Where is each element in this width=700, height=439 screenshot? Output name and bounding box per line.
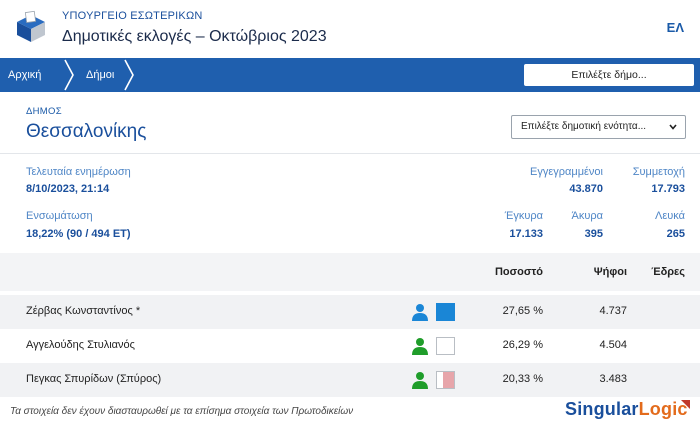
invalid-value: 395 xyxy=(584,228,603,240)
candidate-percent: 26,29 % xyxy=(502,339,543,351)
last-update-label: Τελευταία ενημέρωση xyxy=(26,166,131,178)
blank-value: 265 xyxy=(666,228,685,240)
table-row[interactable]: Αγγελούδης Στυλιανός 26,29 % 4.504 xyxy=(0,329,700,363)
chevron-down-icon xyxy=(669,124,677,130)
chevron-right-icon xyxy=(124,59,134,91)
brand-mark-icon xyxy=(681,400,690,409)
brand-name-part1: Singular xyxy=(565,399,639,419)
municipality-select[interactable]: Επιλέξτε δήμο... xyxy=(524,64,694,86)
candidate-votes: 4.504 xyxy=(599,339,627,351)
candidate-name: Πεγκας Σπυρίδων (Σπύρος) xyxy=(26,373,162,385)
person-icon xyxy=(412,372,428,389)
registered-label: Εγγεγραμμένοι xyxy=(530,166,603,178)
registered-value: 43.870 xyxy=(569,183,603,195)
candidate-percent: 27,65 % xyxy=(502,305,543,317)
breadcrumb-municipalities[interactable]: Δήμοι xyxy=(86,58,114,92)
candidate-name: Ζέρβας Κωνσταντίνος * xyxy=(26,305,141,317)
brand-logo[interactable]: SingularLogic xyxy=(565,399,688,420)
last-update-value: 8/10/2023, 21:14 xyxy=(26,183,110,195)
column-percent: Ποσοστό xyxy=(494,266,543,278)
person-icon xyxy=(412,338,428,355)
table-row[interactable]: Ζέρβας Κωνσταντίνος * 27,65 % 4.737 xyxy=(0,295,700,329)
integration-label: Ενσωμάτωση xyxy=(26,210,93,222)
party-color-swatch xyxy=(436,303,455,321)
site-header: ΥΠΟΥΡΓΕΙΟ ΕΣΩΤΕΡΙΚΩΝ Δημοτικές εκλογές –… xyxy=(0,0,700,56)
party-color-swatch xyxy=(436,337,455,355)
valid-label: Έγκυρα xyxy=(504,210,543,222)
municipal-unit-select-label: Επιλέξτε δημοτική ενότητα... xyxy=(521,121,647,132)
person-icon xyxy=(412,304,428,321)
divider xyxy=(0,153,700,154)
candidate-votes: 3.483 xyxy=(599,373,627,385)
section-label: ΔΗΜΟΣ xyxy=(26,106,62,117)
blank-label: Λευκά xyxy=(655,210,685,222)
column-seats: Έδρες xyxy=(651,266,685,278)
candidate-percent: 20,33 % xyxy=(502,373,543,385)
invalid-label: Άκυρα xyxy=(571,210,603,222)
party-color-swatch xyxy=(436,371,455,389)
municipality-name: Θεσσαλονίκης xyxy=(26,121,147,142)
municipal-unit-select[interactable]: Επιλέξτε δημοτική ενότητα... xyxy=(511,115,686,139)
disclaimer-note: Τα στοιχεία δεν έχουν διασταυρωθεί με τα… xyxy=(10,406,354,417)
language-switch[interactable]: ΕΛ xyxy=(667,20,684,35)
candidate-name: Αγγελούδης Στυλιανός xyxy=(26,339,135,351)
turnout-value: 17.793 xyxy=(651,183,685,195)
chevron-right-icon xyxy=(64,59,74,91)
turnout-label: Συμμετοχή xyxy=(632,166,685,178)
column-votes: Ψήφοι xyxy=(593,266,627,278)
table-row[interactable]: Πεγκας Σπυρίδων (Σπύρος) 20,33 % 3.483 xyxy=(0,363,700,397)
ministry-name: ΥΠΟΥΡΓΕΙΟ ΕΣΩΤΕΡΙΚΩΝ xyxy=(62,10,203,22)
integration-value: 18,22% (90 / 494 ΕΤ) xyxy=(26,228,131,240)
ballot-box-icon xyxy=(17,10,45,42)
candidate-votes: 4.737 xyxy=(599,305,627,317)
breadcrumb-home[interactable]: Αρχική xyxy=(8,58,41,92)
election-title[interactable]: Δημοτικές εκλογές – Οκτώβριος 2023 xyxy=(62,28,327,46)
valid-value: 17.133 xyxy=(509,228,543,240)
